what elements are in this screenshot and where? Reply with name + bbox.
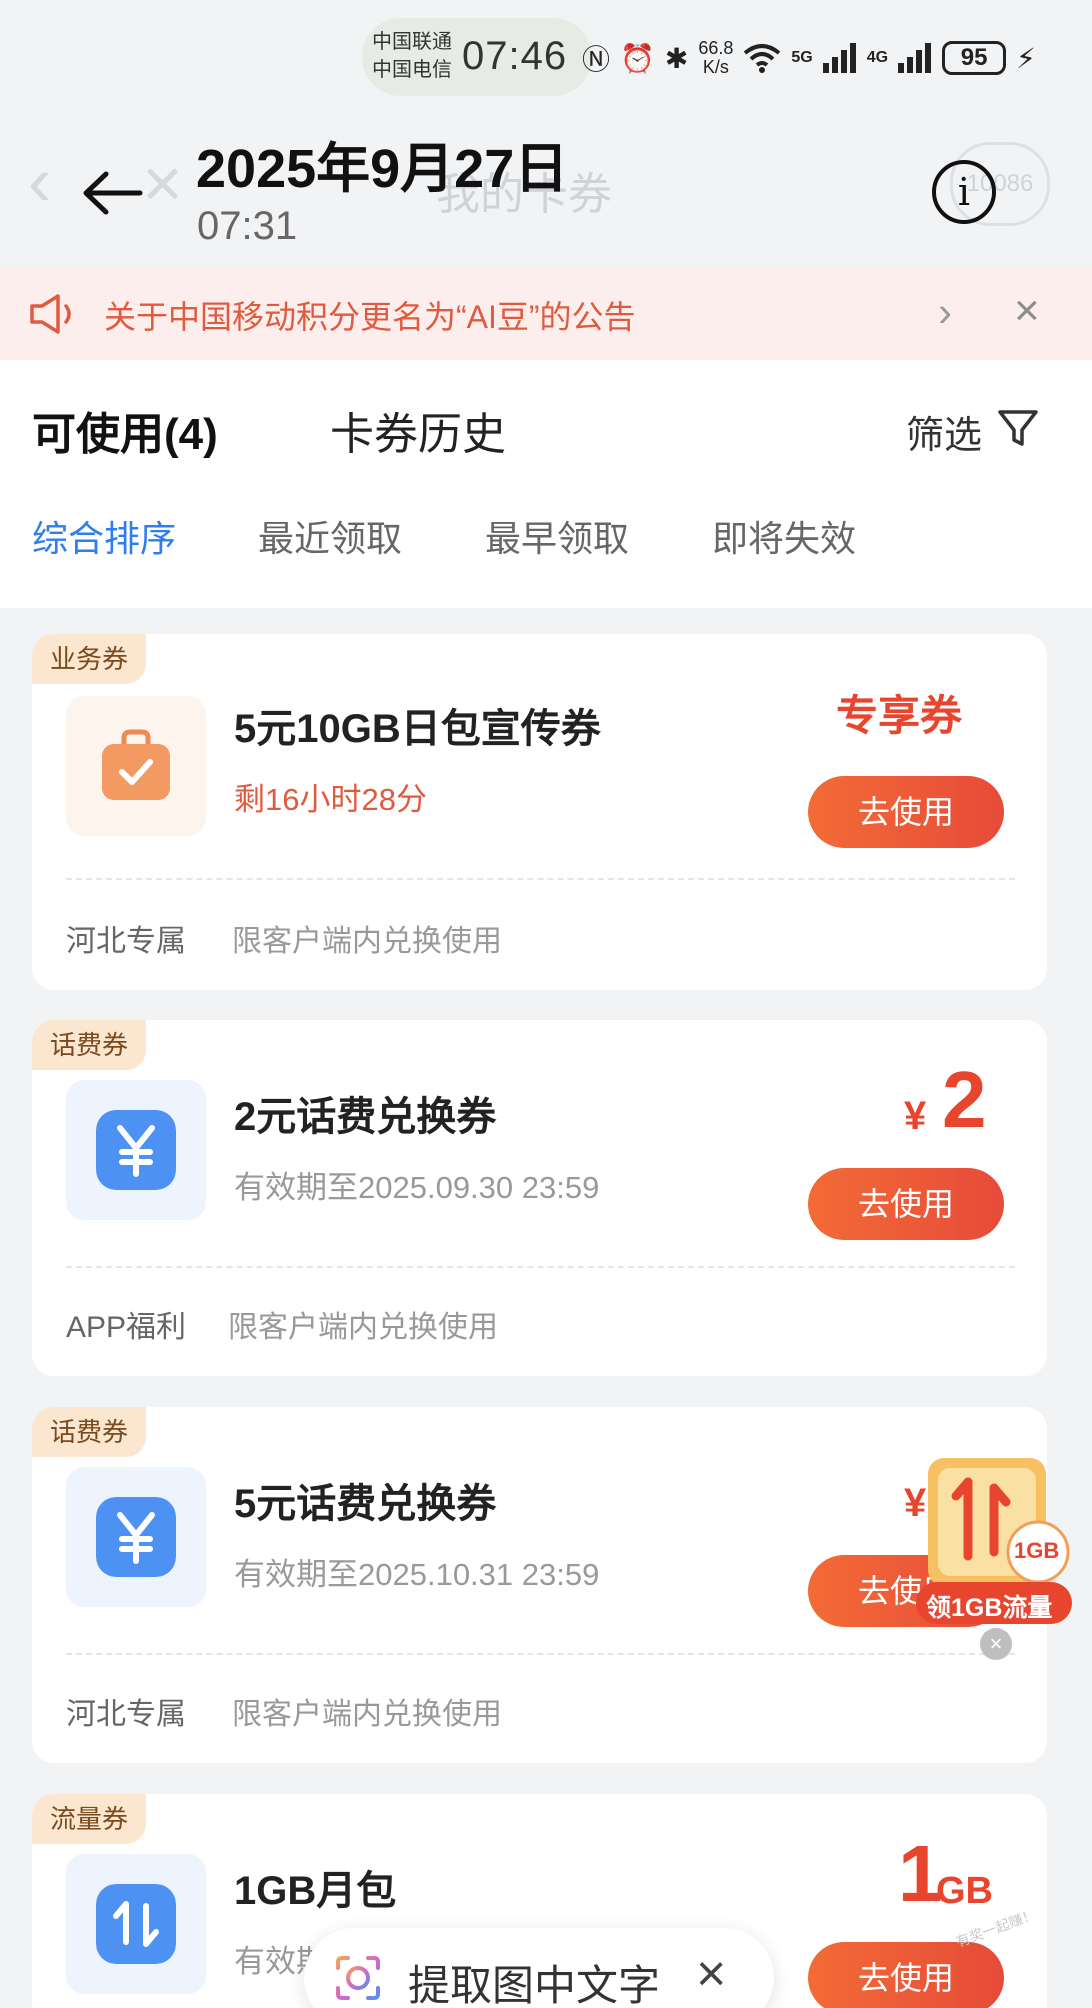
divider xyxy=(66,1266,1015,1268)
coupon-thumbnail xyxy=(66,696,206,836)
divider xyxy=(66,878,1015,880)
status-icons: Ⓝ ⏰ ✱ 66.8 K/s 5G 4G 95 ⚡ xyxy=(582,38,1036,78)
coupon-scope: 河北专属 xyxy=(66,1698,186,1731)
coupon-thumbnail xyxy=(66,1854,206,1994)
close-icon[interactable]: × xyxy=(696,1944,726,2004)
coupon-expiry: 有效期至2025.10.31 23:59 xyxy=(234,1557,600,1592)
coupon-limit: 限客户端内兑换使用 xyxy=(228,1311,498,1344)
signal-icon xyxy=(822,43,856,73)
coupon-tag: 话费券 xyxy=(32,1407,147,1457)
battery-indicator: 95 xyxy=(942,41,1007,75)
signal-icon-2 xyxy=(898,43,932,73)
close-icon[interactable]: × xyxy=(1014,286,1040,336)
coupon-tag: 流量券 xyxy=(32,1794,147,1844)
filter-icon[interactable] xyxy=(996,406,1040,450)
wifi-icon xyxy=(744,44,781,73)
info-icon[interactable]: i xyxy=(932,160,996,224)
carrier-1: 中国联通 xyxy=(372,31,452,53)
ghost-close-icon: × xyxy=(142,144,183,222)
coupon-currency: ¥ xyxy=(904,1094,927,1138)
ocr-toolbar[interactable]: 提取图中文字 × xyxy=(304,1928,774,2008)
notice-text: 关于中国移动积分更名为“AI豆”的公告 xyxy=(104,299,636,335)
ghost-chevron-left-icon: ‹ xyxy=(28,142,52,220)
use-button[interactable]: 去使用 xyxy=(808,1168,1004,1240)
tabs-area: 可使用(4) 卡券历史 筛选 综合排序 最近领取 最早领取 即将失效 xyxy=(0,360,1092,608)
coupon-tag: 话费券 xyxy=(32,1020,147,1070)
ocr-label: 提取图中文字 xyxy=(408,1962,661,2008)
coupon-value-label: 专享券 xyxy=(836,692,963,739)
time-subtitle: 07:31 xyxy=(197,204,298,248)
speaker-icon xyxy=(30,294,71,334)
speed-value: 66.8 xyxy=(698,38,734,58)
promo-label: 领1GB流量 xyxy=(926,1594,1053,1622)
coupon-card[interactable]: 话费券 2元话费兑换券 有效期至2025.09.30 23:59 ¥ 2 去使用… xyxy=(32,1020,1047,1376)
notice-banner[interactable]: 关于中国移动积分更名为“AI豆”的公告 › × xyxy=(0,268,1092,360)
network-4g-label: 4G xyxy=(866,49,889,66)
network-5g-label: 5G xyxy=(791,49,813,66)
carrier-2: 中国电信 xyxy=(372,59,452,81)
coupon-thumbnail xyxy=(66,1080,206,1220)
coupon-unit: GB xyxy=(936,1870,993,1912)
coupon-thumbnail xyxy=(66,1467,206,1607)
yuan-icon xyxy=(96,1110,176,1190)
network-speed: 66.8 K/s xyxy=(698,39,733,77)
bluetooth-icon: ✱ xyxy=(664,42,689,74)
back-arrow-icon[interactable] xyxy=(78,158,148,228)
divider xyxy=(66,1653,1015,1655)
date-title: 2025年9月27日 xyxy=(196,139,569,199)
coupon-tag: 业务券 xyxy=(32,634,147,684)
promo-floating-widget[interactable]: 1GB 领1GB流量 xyxy=(908,1452,1080,1642)
coupon-scope: APP福利 xyxy=(66,1311,187,1344)
coupon-card[interactable]: 话费券 5元话费兑换券 有效期至2025.10.31 23:59 ¥ 5 去使用… xyxy=(32,1407,1047,1763)
chevron-right-icon[interactable]: › xyxy=(938,288,952,336)
header: ‹ × 我的卡券 10086 2025年9月27日 07:31 i xyxy=(0,110,1092,268)
filter-button[interactable]: 筛选 xyxy=(906,404,982,459)
coupon-scope: 河北专属 xyxy=(66,925,186,958)
promo-badge: 1GB xyxy=(1014,1538,1060,1563)
coupon-countdown: 剩16小时28分 xyxy=(234,782,427,817)
coupon-card[interactable]: 业务券 5元10GB日包宣传券 剩16小时28分 专享券 去使用 河北专属 限客… xyxy=(32,634,1047,990)
shopping-bag-icon xyxy=(102,729,170,800)
use-button[interactable]: 去使用 xyxy=(808,776,1004,848)
carrier-names: 中国联通 中国电信 xyxy=(372,28,452,84)
status-clock: 07:46 xyxy=(462,34,568,78)
use-button[interactable]: 去使用 xyxy=(808,1942,1004,2008)
nfc-icon: Ⓝ xyxy=(582,44,611,75)
tab-available[interactable]: 可使用(4) xyxy=(32,398,218,462)
yuan-icon xyxy=(96,1497,176,1577)
sort-earliest[interactable]: 最早领取 xyxy=(485,510,629,562)
tab-history[interactable]: 卡券历史 xyxy=(330,398,506,462)
speed-unit: K/s xyxy=(702,57,729,77)
data-transfer-icon xyxy=(96,1884,176,1964)
coupon-title: 1GB月包 xyxy=(234,1869,397,1913)
sort-recent[interactable]: 最近领取 xyxy=(258,510,402,562)
status-bar: 中国联通 中国电信 07:46 Ⓝ ⏰ ✱ 66.8 K/s 5G 4G 95 … xyxy=(0,0,1092,110)
coupon-title: 5元10GB日包宣传券 xyxy=(234,707,601,751)
alarm-icon: ⏰ xyxy=(620,42,655,74)
charging-icon: ⚡ xyxy=(1016,42,1036,74)
coupon-title: 5元话费兑换券 xyxy=(234,1482,497,1526)
sort-comprehensive[interactable]: 综合排序 xyxy=(32,510,176,562)
coupon-limit: 限客户端内兑换使用 xyxy=(232,925,502,958)
coupon-value: 2 xyxy=(942,1055,987,1144)
coupon-title: 2元话费兑换券 xyxy=(234,1095,497,1139)
coupon-expiry: 有效期至2025.09.30 23:59 xyxy=(234,1170,600,1205)
promo-close-icon[interactable]: × xyxy=(980,1628,1012,1660)
coupon-limit: 限客户端内兑换使用 xyxy=(232,1698,502,1731)
sort-expiring[interactable]: 即将失效 xyxy=(712,510,856,562)
camera-scan-icon xyxy=(336,1956,380,2000)
